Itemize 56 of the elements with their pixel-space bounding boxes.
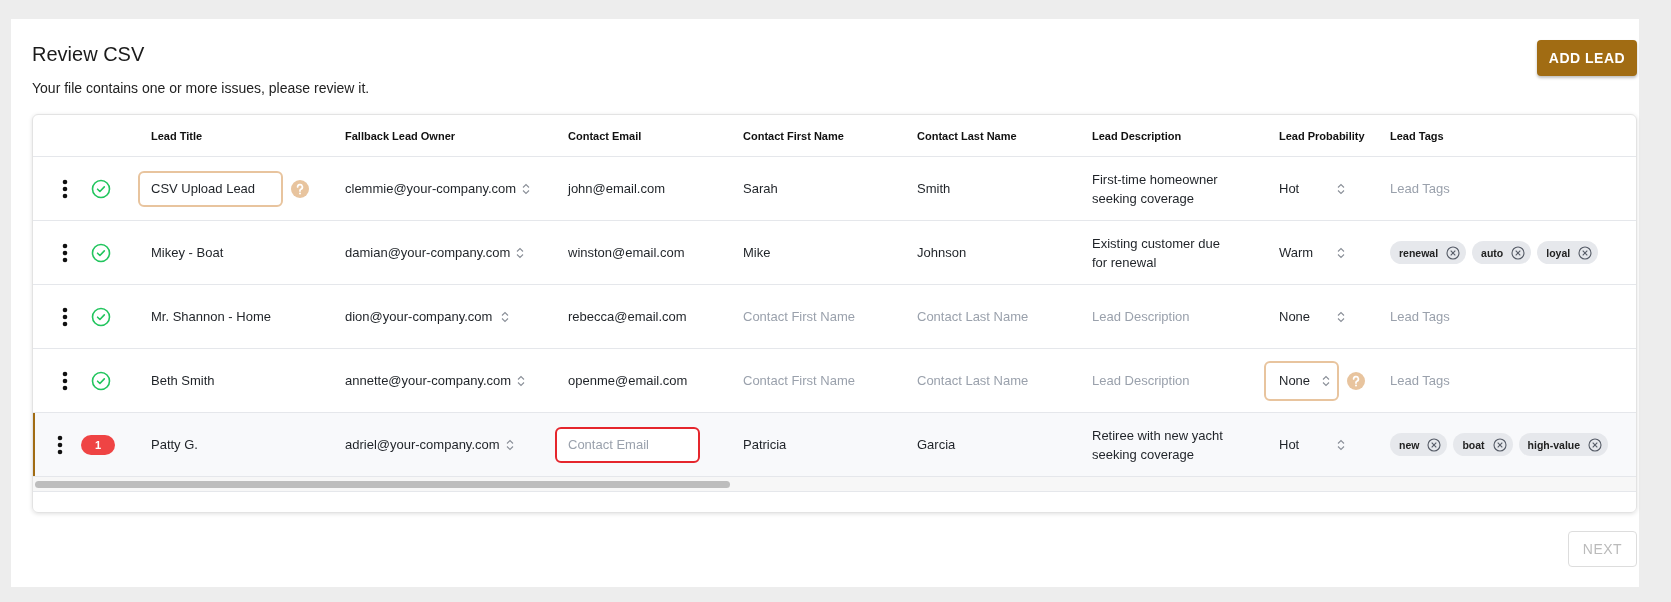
table-row[interactable]: CSV Upload Lead clemmie@your-company.com john@email.com Sarah Smith First-time homeowner seeking coverage Hot Lead Tags xyxy=(33,157,1636,221)
table-cell-text: Lead Description xyxy=(1092,372,1191,390)
table-row[interactable]: Mikey - Boat damian@your-company.com winston@email.com Mike Johnson Existing customer due for renewal Warm renewal auto loyal xyxy=(33,221,1636,285)
table-cell: winston@email.com xyxy=(568,245,685,260)
column-header: Lead Description xyxy=(1092,129,1182,142)
table-cell: john@email.com xyxy=(568,181,665,196)
table-cell: Mikey - Boat xyxy=(151,245,224,260)
owner-select[interactable]: adriel@your-company.com xyxy=(345,437,514,452)
table-cell: Sarah xyxy=(743,181,778,196)
probability-select[interactable]: None xyxy=(1264,360,1340,401)
page-title: Review CSV xyxy=(32,43,146,66)
tag-chip[interactable]: high-value xyxy=(1518,433,1609,456)
table-cell: Garcia xyxy=(917,437,956,452)
table-cell: openme@email.com xyxy=(568,373,688,388)
table-cell: Contact Last Name xyxy=(917,309,1029,324)
tag-chip[interactable]: auto xyxy=(1472,241,1532,264)
table-row[interactable]: Mr. Shannon - Home dion@your-company.com rebecca@email.com Contact First Name Contact Last Name Lead Description None Lead Tags xyxy=(33,285,1636,349)
owner-select[interactable]: clemmie@your-company.com xyxy=(345,181,531,196)
owner-select[interactable]: damian@your-company.com xyxy=(345,245,525,260)
table-cell: rebecca@email.com xyxy=(568,309,687,324)
table-cell: Smith xyxy=(917,181,951,196)
tag-chip[interactable]: boat xyxy=(1453,433,1513,456)
error-count-badge: 1 xyxy=(81,434,115,455)
column-header: Contact Email xyxy=(568,129,642,142)
table-cell: Mike xyxy=(743,245,771,260)
table-cell: Contact Last Name xyxy=(917,373,1029,388)
table-cell: Contact First Name xyxy=(743,309,855,324)
column-header: Lead Probability xyxy=(1279,129,1365,142)
column-header: Fallback Lead Owner xyxy=(345,129,456,142)
table-cell: Patty G. xyxy=(151,437,198,452)
add-lead-button[interactable]: ADD LEAD xyxy=(1537,40,1637,76)
table-cell-text: Retiree with new yacht seeking coverage xyxy=(1092,426,1224,464)
table-cell-text: Existing customer due for renewal xyxy=(1092,234,1221,272)
table-cell: Mr. Shannon - Home xyxy=(151,309,271,324)
owner-select[interactable]: annette@your-company.com xyxy=(345,373,526,388)
owner-select[interactable]: dion@your-company.com xyxy=(345,309,509,324)
column-header: Contact First Name xyxy=(743,129,844,142)
column-header: Lead Tags xyxy=(1390,129,1444,142)
table-cell-text: First-time homeowner seeking coverage xyxy=(1092,170,1219,208)
table-cell: Beth Smith xyxy=(151,373,215,388)
tag-chip[interactable]: new xyxy=(1390,433,1448,456)
page-subtitle: Your file contains one or more issues, please review it. xyxy=(32,80,370,96)
table-cell: Contact First Name xyxy=(743,373,855,388)
probability-select[interactable]: Hot xyxy=(1264,168,1354,209)
probability-select[interactable]: Hot xyxy=(1264,424,1354,465)
lead-title-field[interactable]: CSV Upload Lead xyxy=(138,170,283,207)
column-header: Contact Last Name xyxy=(917,129,1017,142)
table-cell: Johnson xyxy=(917,245,967,260)
column-header: Lead Title xyxy=(151,129,203,142)
probability-select[interactable]: None xyxy=(1264,296,1354,337)
table-cell: Patricia xyxy=(743,437,787,452)
tag-chip[interactable]: renewal xyxy=(1390,241,1467,264)
table-row[interactable]: 1 Patty G. adriel@your-company.com Contact Email Patricia Garcia Retiree with new yacht seeking coverage Hot new boat high-value xyxy=(33,413,1636,477)
tag-chip[interactable]: loyal xyxy=(1537,241,1599,264)
table-cell-text: Lead Description xyxy=(1092,308,1191,326)
probability-select[interactable]: Warm xyxy=(1264,232,1354,273)
